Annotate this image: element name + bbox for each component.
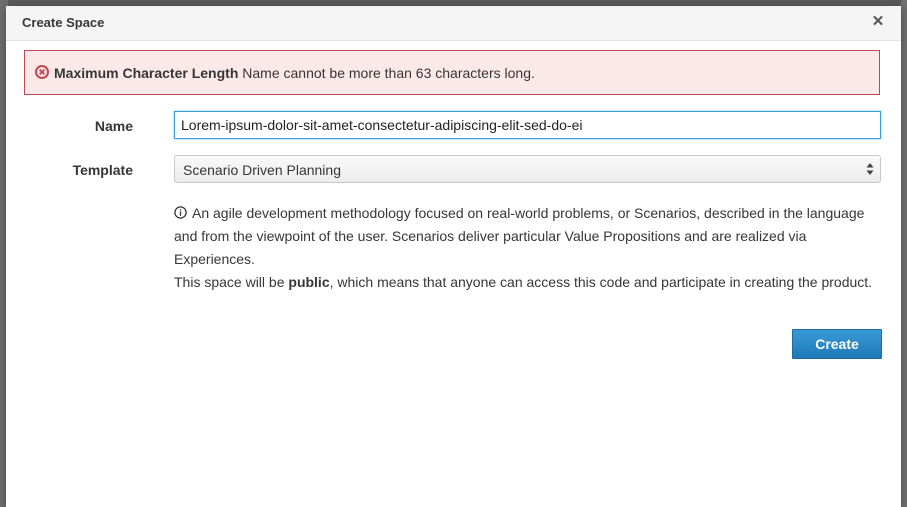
template-help: An agile development methodology focused… (174, 202, 884, 294)
name-label: Name (94, 118, 133, 134)
template-description: An agile development methodology focused… (174, 205, 865, 267)
dialog-header: Create Space ✕ (6, 6, 901, 41)
name-input[interactable] (174, 111, 881, 139)
alert-message: Name cannot be more than 63 characters l… (242, 65, 535, 81)
create-space-dialog: Create Space ✕ Maximum Character Length … (6, 6, 901, 507)
template-label: Template (72, 162, 133, 178)
template-select[interactable]: Scenario Driven Planning (174, 155, 881, 183)
backdrop-right (901, 0, 907, 507)
dialog-title: Create Space (22, 15, 105, 30)
template-selected-value: Scenario Driven Planning (183, 162, 341, 178)
create-button[interactable]: Create (792, 329, 882, 359)
close-icon[interactable]: ✕ (871, 14, 885, 29)
error-alert: Maximum Character Length Name cannot be … (24, 50, 880, 95)
error-circle-icon (35, 65, 49, 79)
alert-title: Maximum Character Length (54, 65, 239, 81)
visibility-suffix: , which means that anyone can access thi… (329, 274, 873, 290)
template-description-paragraph: An agile development methodology focused… (174, 202, 884, 271)
info-circle-icon (174, 206, 187, 219)
select-arrows-icon (866, 163, 874, 175)
visibility-prefix: This space will be (174, 274, 285, 290)
visibility-note: This space will be public, which means t… (174, 271, 884, 294)
alert-text: Maximum Character Length Name cannot be … (54, 65, 535, 81)
visibility-value: public (288, 274, 330, 290)
